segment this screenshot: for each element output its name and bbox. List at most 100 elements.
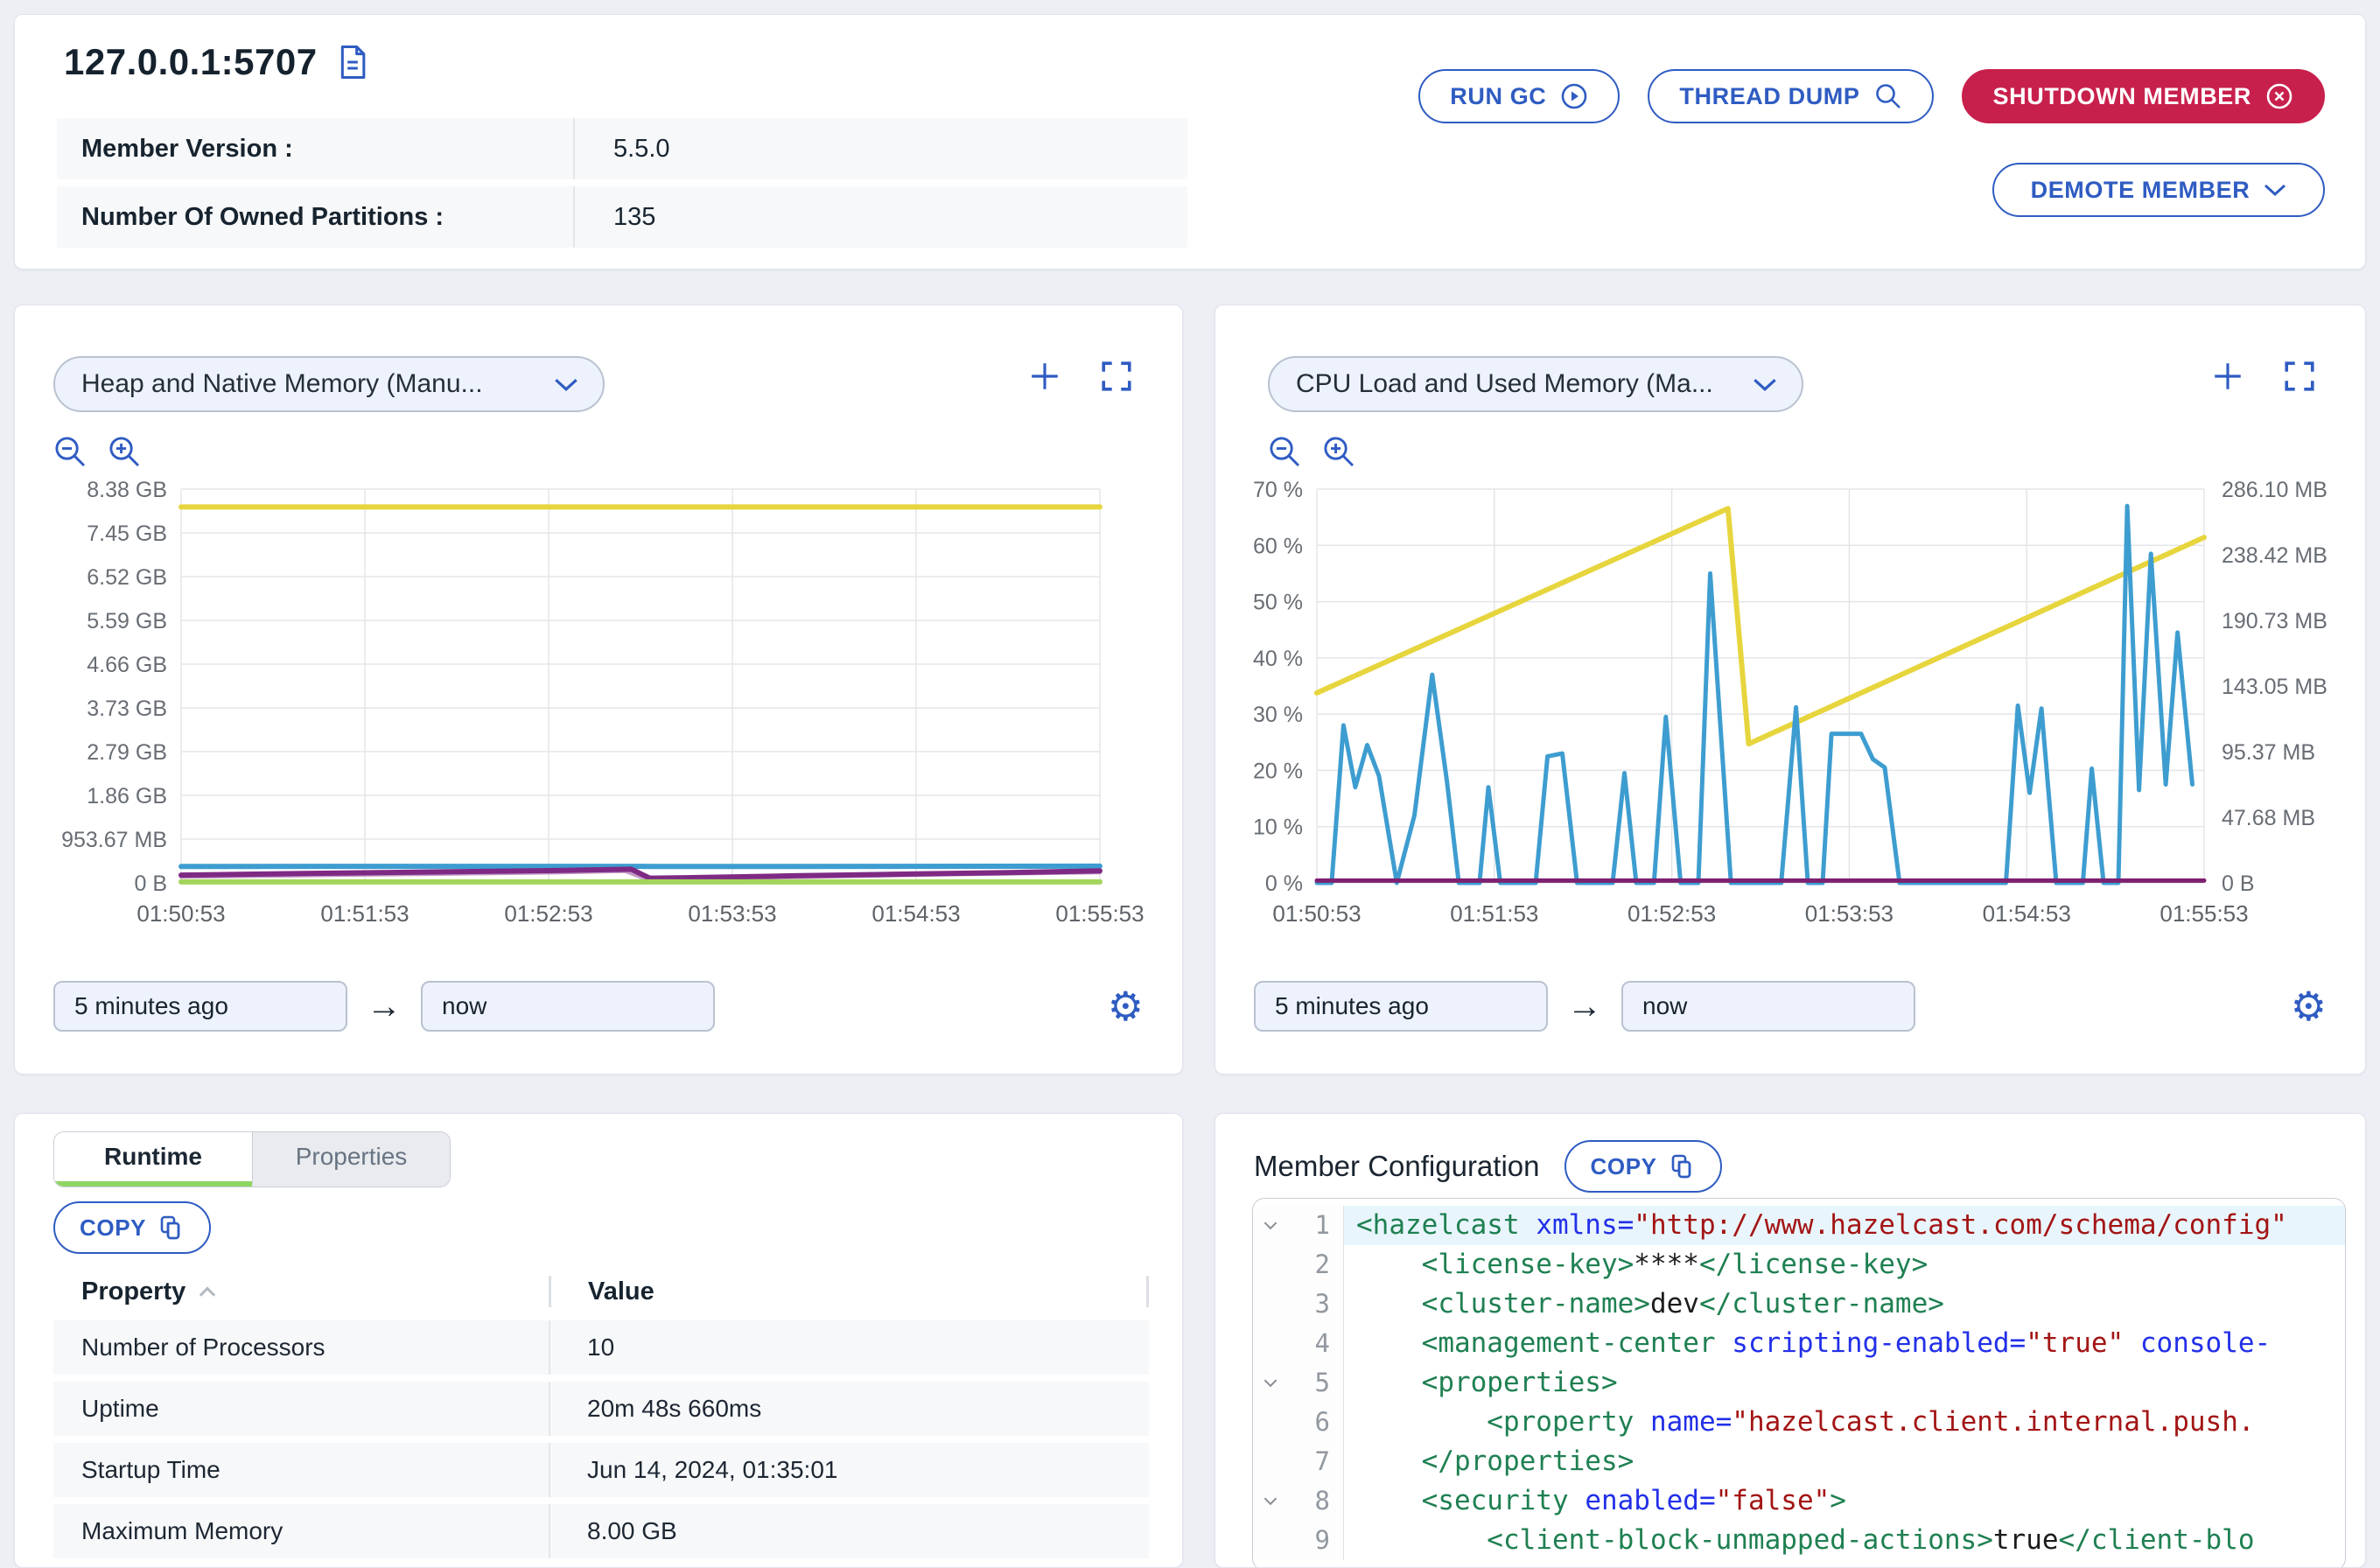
svg-text:6.52 GB: 6.52 GB	[87, 565, 167, 590]
fold-chevron-icon[interactable]	[1253, 1378, 1288, 1388]
cell-property: Number of Processors	[53, 1334, 549, 1362]
copy-icon	[158, 1214, 185, 1241]
heap-memory-chart: 0 B953.67 MB1.86 GB2.79 GB3.73 GB4.66 GB…	[29, 477, 1166, 935]
zoom-out-icon[interactable]	[53, 435, 88, 470]
column-header-value[interactable]: Value	[549, 1276, 1146, 1307]
play-circle-icon	[1560, 82, 1588, 110]
column-header-property[interactable]: Property	[53, 1278, 549, 1306]
member-header-card: 127.0.0.1:5707 Member Version :5.5.0Numb…	[14, 14, 2366, 270]
code-content: <hazelcast xmlns="http://www.hazelcast.c…	[1344, 1206, 2345, 1245]
info-label: Number Of Owned Partitions :	[57, 203, 573, 232]
member-info-row: Number Of Owned Partitions :135	[57, 186, 1187, 248]
line-number: 7	[1288, 1442, 1330, 1481]
cell-property: Maximum Memory	[53, 1517, 549, 1545]
zoom-in-icon[interactable]	[108, 435, 143, 470]
info-label: Member Version :	[57, 135, 573, 164]
heap-chart-metric-dropdown[interactable]: Heap and Native Memory (Manu...	[53, 356, 605, 412]
code-line: 2 <license-key>****</license-key>	[1253, 1245, 2345, 1284]
svg-text:0 B: 0 B	[2222, 872, 2255, 896]
table-row: Number of Processors10	[53, 1320, 1149, 1375]
code-line: 3 <cluster-name>dev</cluster-name>	[1253, 1284, 2345, 1324]
copy-address-icon[interactable]	[337, 44, 368, 80]
svg-text:4.66 GB: 4.66 GB	[87, 653, 167, 677]
run-gc-button[interactable]: RUN GC	[1418, 69, 1620, 123]
tab-runtime[interactable]: Runtime	[54, 1132, 252, 1186]
cell-property: Startup Time	[53, 1456, 549, 1484]
cell-value: 8.00 GB	[549, 1504, 1149, 1558]
demote-member-button[interactable]: DEMOTE MEMBER	[1992, 163, 2325, 217]
code-gutter: 4	[1253, 1324, 1344, 1363]
code-gutter: 6	[1253, 1403, 1344, 1442]
line-number: 4	[1288, 1324, 1330, 1363]
chevron-down-icon	[2264, 183, 2286, 197]
svg-text:2.79 GB: 2.79 GB	[87, 740, 167, 765]
add-chart-icon[interactable]	[2211, 360, 2244, 393]
svg-text:143.05 MB: 143.05 MB	[2222, 675, 2328, 699]
svg-text:286.10 MB: 286.10 MB	[2222, 478, 2328, 502]
zoom-out-icon[interactable]	[1268, 435, 1303, 470]
add-chart-icon[interactable]	[1028, 360, 1061, 393]
line-number: 1	[1288, 1206, 1330, 1245]
fullscreen-icon[interactable]	[1100, 360, 1133, 393]
line-number: 5	[1288, 1363, 1330, 1403]
svg-text:238.42 MB: 238.42 MB	[2222, 543, 2328, 568]
svg-text:190.73 MB: 190.73 MB	[2222, 609, 2328, 634]
tab-properties[interactable]: Properties	[252, 1132, 450, 1186]
fold-chevron-icon[interactable]	[1253, 1221, 1288, 1230]
fold-chevron-icon[interactable]	[1253, 1496, 1288, 1506]
code-content: <license-key>****</license-key>	[1344, 1245, 2345, 1284]
svg-text:0 B: 0 B	[134, 872, 167, 896]
svg-text:01:51:53: 01:51:53	[320, 900, 409, 927]
zoom-in-icon[interactable]	[1322, 435, 1357, 470]
svg-text:01:53:53: 01:53:53	[688, 900, 776, 927]
svg-text:50 %: 50 %	[1253, 591, 1303, 615]
chevron-down-icon	[554, 377, 578, 392]
svg-text:47.68 MB: 47.68 MB	[2222, 806, 2315, 830]
svg-text:40 %: 40 %	[1253, 647, 1303, 671]
code-content: </properties>	[1344, 1442, 2345, 1481]
config-copy-button[interactable]: COPY	[1564, 1140, 1722, 1193]
table-row: Uptime20m 48s 660ms	[53, 1382, 1149, 1436]
chart-settings-gear-icon[interactable]: ⚙	[2291, 986, 2327, 1026]
line-number: 6	[1288, 1403, 1330, 1442]
svg-text:953.67 MB: 953.67 MB	[61, 828, 167, 852]
svg-text:01:55:53: 01:55:53	[2160, 900, 2248, 927]
code-line: 6 <property name="hazelcast.client.inter…	[1253, 1403, 2345, 1442]
column-divider	[1146, 1276, 1149, 1307]
cell-property: Uptime	[53, 1395, 549, 1423]
svg-text:95.37 MB: 95.37 MB	[2222, 740, 2315, 765]
table-row: Startup TimeJun 14, 2024, 01:35:01	[53, 1443, 1149, 1497]
cell-value: 10	[549, 1320, 1149, 1375]
fullscreen-icon[interactable]	[2283, 360, 2316, 393]
time-range-to-input[interactable]	[1621, 981, 1915, 1032]
cpu-memory-chart-card: CPU Load and Used Memory (Ma...	[1214, 304, 2366, 1074]
time-range-from-input[interactable]	[53, 981, 347, 1032]
copy-icon	[1670, 1153, 1696, 1180]
thread-dump-button[interactable]: THREAD DUMP	[1648, 69, 1933, 123]
cpu-chart-metric-dropdown[interactable]: CPU Load and Used Memory (Ma...	[1268, 356, 1803, 412]
code-content: <property name="hazelcast.client.interna…	[1344, 1403, 2345, 1442]
heap-memory-chart-card: Heap and Native Memory (Manu...	[14, 304, 1183, 1074]
code-gutter: 7	[1253, 1442, 1344, 1481]
chart-settings-gear-icon[interactable]: ⚙	[1108, 986, 1144, 1026]
code-gutter: 1	[1253, 1206, 1344, 1245]
code-gutter: 3	[1253, 1284, 1344, 1324]
runtime-copy-button[interactable]: COPY	[53, 1201, 211, 1254]
code-gutter: 2	[1253, 1245, 1344, 1284]
shutdown-member-button[interactable]: SHUTDOWN MEMBER	[1962, 69, 2325, 123]
svg-text:01:50:53: 01:50:53	[136, 900, 225, 927]
cell-value: Jun 14, 2024, 01:35:01	[549, 1443, 1149, 1497]
code-line: 9 <client-block-unmapped-actions>true</c…	[1253, 1521, 2345, 1560]
page-title: 127.0.0.1:5707	[64, 41, 318, 83]
svg-text:01:54:53: 01:54:53	[1983, 900, 2071, 927]
time-range-from-input[interactable]	[1254, 981, 1548, 1032]
arrow-right-icon: →	[367, 987, 402, 1026]
sort-caret-up-icon	[198, 1285, 217, 1298]
config-code-editor[interactable]: 1 <hazelcast xmlns="http://www.hazelcast.…	[1252, 1198, 2346, 1568]
svg-text:5.59 GB: 5.59 GB	[87, 609, 167, 634]
table-row: Maximum Memory8.00 GB	[53, 1504, 1149, 1558]
code-content: <cluster-name>dev</cluster-name>	[1344, 1284, 2345, 1324]
svg-text:0 %: 0 %	[1265, 872, 1303, 896]
info-value: 135	[573, 186, 1187, 248]
time-range-to-input[interactable]	[421, 981, 715, 1032]
